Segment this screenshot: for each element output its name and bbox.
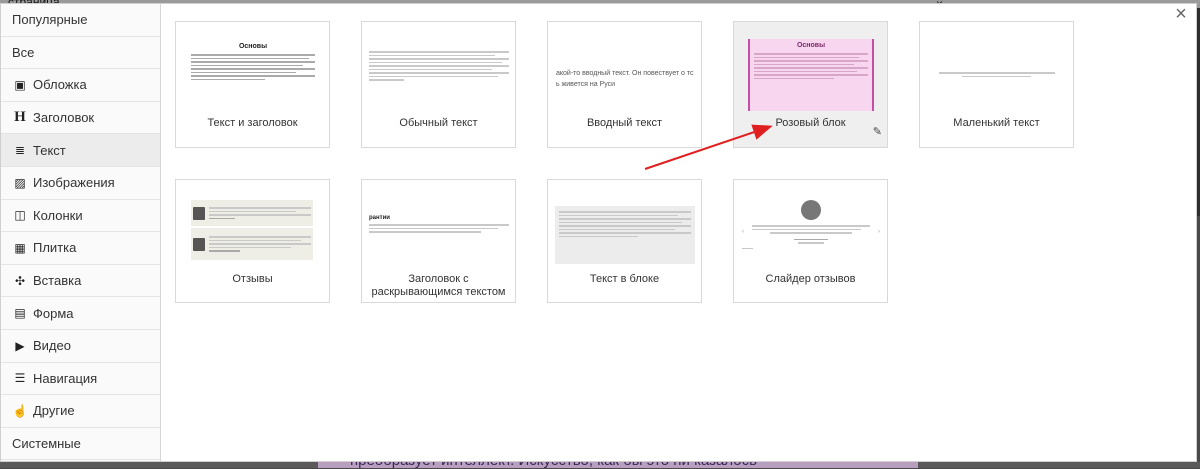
annotation-arrow — [644, 124, 773, 170]
block-library-modal: × Популярные Все ▣ Обложка H Заголовок ≣… — [0, 3, 1197, 462]
